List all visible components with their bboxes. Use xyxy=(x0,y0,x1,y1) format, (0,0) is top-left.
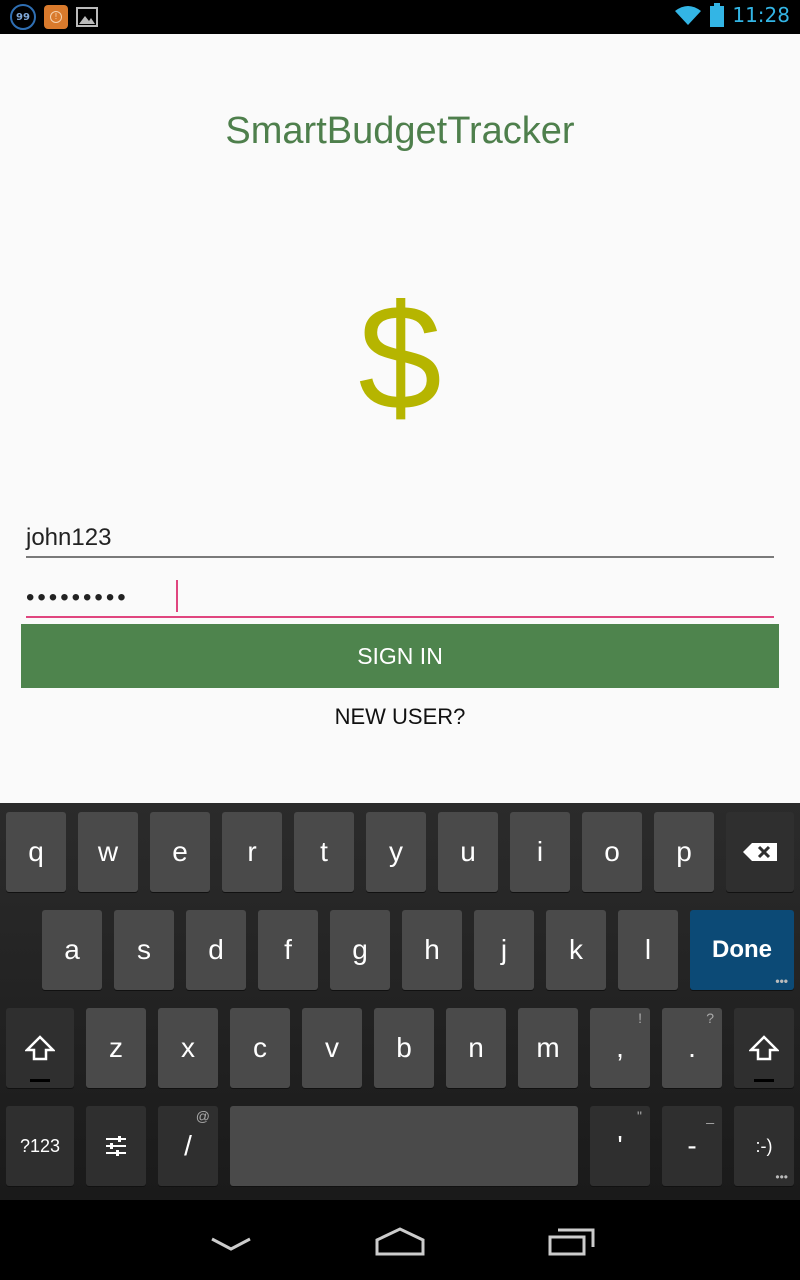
password-field[interactable]: ••••••••• xyxy=(26,574,774,618)
settings-sliders-icon xyxy=(106,1136,126,1156)
new-user-link[interactable]: NEW USER? xyxy=(0,704,800,730)
key-k[interactable]: k xyxy=(546,910,606,990)
soft-keyboard: q w e r t y u i o p a s d f g h j k l Do… xyxy=(0,803,800,1200)
app-title: SmartBudgetTracker xyxy=(225,110,575,152)
done-key-label: Done xyxy=(712,936,772,963)
key-dash[interactable]: - _ xyxy=(662,1106,722,1186)
password-value: ••••••••• xyxy=(26,584,129,611)
key-comma-hint: ! xyxy=(638,1010,642,1026)
more-options-icon: ••• xyxy=(775,1170,788,1184)
key-slash-label: / xyxy=(184,1130,192,1161)
key-j[interactable]: j xyxy=(474,910,534,990)
shift-icon xyxy=(25,1035,55,1061)
symbols-key[interactable]: ?123 xyxy=(6,1106,74,1186)
key-f[interactable]: f xyxy=(258,910,318,990)
key-dash-hint: _ xyxy=(706,1108,714,1124)
key-m[interactable]: m xyxy=(518,1008,578,1088)
key-x[interactable]: x xyxy=(158,1008,218,1088)
shift-icon xyxy=(749,1035,779,1061)
key-period[interactable]: . ? xyxy=(662,1008,722,1088)
backspace-icon xyxy=(743,843,777,861)
shift-key-right[interactable] xyxy=(734,1008,794,1088)
navigation-bar xyxy=(0,1200,800,1280)
key-q[interactable]: q xyxy=(6,812,66,892)
done-key[interactable]: Done ••• xyxy=(690,910,794,990)
key-comma-label: , xyxy=(616,1032,624,1063)
battery-icon xyxy=(710,3,725,27)
key-apostrophe-label: ' xyxy=(617,1130,623,1161)
home-icon[interactable] xyxy=(375,1226,425,1256)
key-apostrophe-hint: " xyxy=(637,1108,642,1124)
shift-key-left[interactable] xyxy=(6,1008,74,1088)
key-b[interactable]: b xyxy=(374,1008,434,1088)
more-options-icon: ••• xyxy=(775,974,788,988)
backspace-key[interactable] xyxy=(726,812,794,892)
key-slash[interactable]: / @ xyxy=(158,1106,218,1186)
key-a[interactable]: a xyxy=(42,910,102,990)
space-key[interactable] xyxy=(230,1106,578,1186)
key-g[interactable]: g xyxy=(330,910,390,990)
key-s[interactable]: s xyxy=(114,910,174,990)
key-v[interactable]: v xyxy=(302,1008,362,1088)
clock: 11:28 xyxy=(732,3,790,27)
image-notification-icon xyxy=(76,7,98,27)
emoji-key-label: :-) xyxy=(755,1135,773,1156)
key-z[interactable]: z xyxy=(86,1008,146,1088)
key-period-label: . xyxy=(688,1032,696,1063)
key-comma[interactable]: , ! xyxy=(590,1008,650,1088)
key-p[interactable]: p xyxy=(654,812,714,892)
key-c[interactable]: c xyxy=(230,1008,290,1088)
key-h[interactable]: h xyxy=(402,910,462,990)
username-field[interactable]: john123 xyxy=(26,514,774,558)
text-cursor xyxy=(176,580,178,612)
back-down-chevron-icon[interactable] xyxy=(210,1236,252,1252)
key-w[interactable]: w xyxy=(78,812,138,892)
wifi-icon xyxy=(675,6,702,25)
key-l[interactable]: l xyxy=(618,910,678,990)
key-dash-label: - xyxy=(687,1130,697,1161)
key-y[interactable]: y xyxy=(366,812,426,892)
emoji-key[interactable]: :-) ••• xyxy=(734,1106,794,1186)
key-d[interactable]: d xyxy=(186,910,246,990)
login-screen: SmartBudgetTracker $ john123 ••••••••• S… xyxy=(0,34,800,803)
sign-in-button[interactable]: SIGN IN xyxy=(21,624,779,688)
key-i[interactable]: i xyxy=(510,812,570,892)
key-t[interactable]: t xyxy=(294,812,354,892)
key-apostrophe[interactable]: ' " xyxy=(590,1106,650,1186)
warning-notification-icon: ! xyxy=(44,5,68,29)
status-bar: 99 ! 11:28 xyxy=(0,0,800,34)
key-o[interactable]: o xyxy=(582,812,642,892)
settings-key[interactable] xyxy=(86,1106,146,1186)
key-r[interactable]: r xyxy=(222,812,282,892)
key-period-hint: ? xyxy=(706,1010,714,1026)
dollar-logo-icon: $ xyxy=(358,273,442,441)
username-value: john123 xyxy=(26,524,112,551)
recent-apps-icon[interactable] xyxy=(548,1226,596,1256)
key-n[interactable]: n xyxy=(446,1008,506,1088)
key-slash-hint: @ xyxy=(195,1108,210,1124)
key-u[interactable]: u xyxy=(438,812,498,892)
key-e[interactable]: e xyxy=(150,812,210,892)
notification-count-icon: 99 xyxy=(10,4,36,30)
